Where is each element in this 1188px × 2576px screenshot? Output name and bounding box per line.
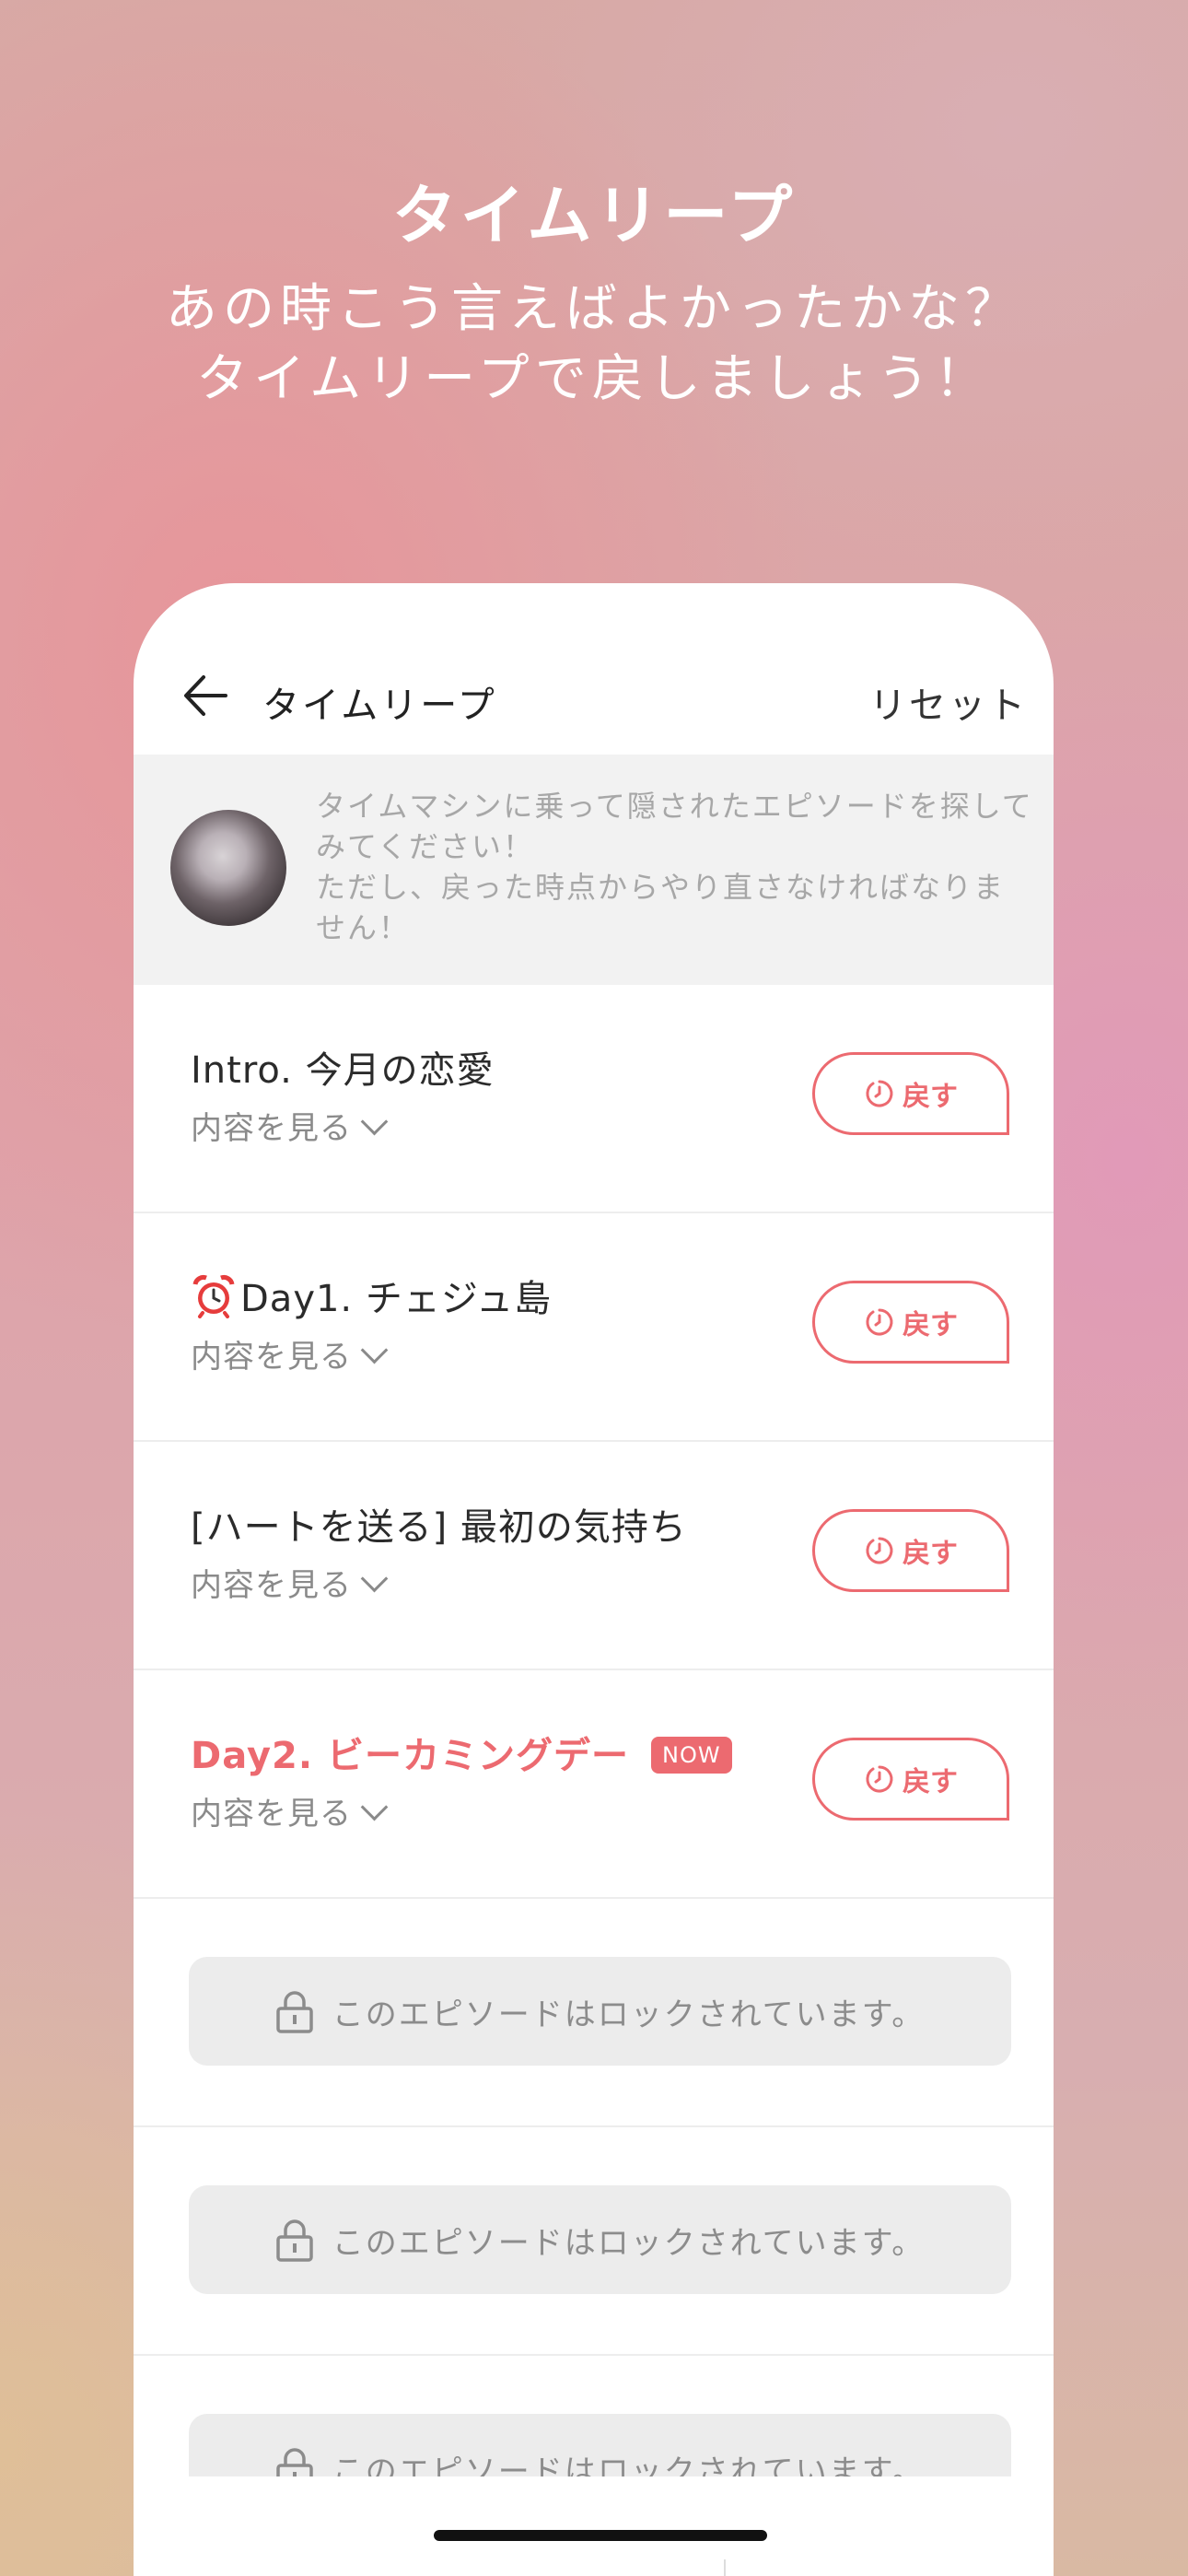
rewind-button[interactable]: 戻す xyxy=(812,1509,1009,1592)
episode-row: Day1. チェジュ島 内容を見る 戻す xyxy=(134,1213,1054,1442)
now-badge: NOW xyxy=(651,1737,732,1774)
rewind-label: 戻す xyxy=(903,1766,958,1798)
rewind-clock-icon xyxy=(866,1080,893,1107)
page-title: タイムリープ xyxy=(262,685,497,727)
locked-row: このエピソードはロックされています。 xyxy=(134,1899,1054,2127)
episode-title: Day1. チェジュ島 xyxy=(191,1269,552,1322)
promo-subtitle-line2: タイムリープで戻しましょう！ xyxy=(196,349,992,409)
rewind-clock-icon xyxy=(866,1765,893,1793)
rewind-label: 戻す xyxy=(903,1538,958,1570)
view-content-link[interactable]: 内容を見る xyxy=(191,1560,389,1605)
rewind-button[interactable]: 戻す xyxy=(812,1281,1009,1364)
episode-title: [ハートを送る] 最初の気持ち xyxy=(191,1506,687,1549)
episode-title-text: Day1. チェジュ島 xyxy=(240,1278,553,1320)
view-content-link[interactable]: 内容を見る xyxy=(191,1331,389,1376)
view-content-link[interactable]: 内容を見る xyxy=(191,1788,389,1833)
view-content-label: 内容を見る xyxy=(191,1567,352,1604)
view-content-link[interactable]: 内容を見る xyxy=(191,1103,389,1148)
episode-title-text: Day2. ビーカミングデー xyxy=(191,1735,629,1777)
chevron-down-icon xyxy=(360,1336,389,1364)
nav-bar: タイムリープ リセット xyxy=(134,583,1054,755)
chevron-down-icon xyxy=(360,1564,389,1593)
avatar xyxy=(170,810,286,926)
divider xyxy=(724,2559,726,2576)
view-content-label: 内容を見る xyxy=(191,1110,352,1147)
episode-title: Day2. ビーカミングデー NOW xyxy=(191,1726,732,1779)
view-content-label: 内容を見る xyxy=(191,1339,352,1376)
episode-row: [ハートを送る] 最初の気持ち 内容を見る 戻す xyxy=(134,1442,1054,1670)
episode-row: Intro. 今月の恋愛 内容を見る 戻す xyxy=(134,985,1054,1213)
home-indicator[interactable] xyxy=(434,2530,767,2541)
locked-episode: このエピソードはロックされています。 xyxy=(189,1957,1011,2066)
rewind-clock-icon xyxy=(866,1308,893,1336)
reset-button[interactable]: リセット xyxy=(869,675,1028,729)
rewind-label: 戻す xyxy=(903,1081,958,1113)
locked-episode: このエピソードはロックされています。 xyxy=(189,2185,1011,2294)
bottom-area xyxy=(134,2476,1054,2576)
locked-row: このエピソードはロックされています。 xyxy=(134,2127,1054,2356)
promo-title: タイムリープ xyxy=(391,178,797,253)
chevron-down-icon xyxy=(360,1793,389,1821)
rewind-button[interactable]: 戻す xyxy=(812,1052,1009,1135)
back-button[interactable] xyxy=(181,672,229,720)
lock-icon xyxy=(275,2219,313,2262)
episode-row-current: Day2. ビーカミングデー NOW 内容を見る 戻す xyxy=(134,1670,1054,1899)
locked-text: このエピソードはロックされています。 xyxy=(332,1996,926,2033)
notice-banner: タイムマシンに乗って隠されたエピソードを探してみてください！ ただし、戻った時点… xyxy=(134,755,1054,985)
notice-text: タイムマシンに乗って隠されたエピソードを探してみてください！ ただし、戻った時点… xyxy=(316,786,1034,948)
lock-icon xyxy=(275,1991,313,2033)
rewind-label: 戻す xyxy=(903,1309,958,1341)
rewind-button[interactable]: 戻す xyxy=(812,1738,1009,1821)
alarm-clock-icon xyxy=(192,1274,235,1318)
arrow-left-icon xyxy=(184,675,227,716)
notice-line1: タイムマシンに乗って隠されたエピソードを探してみてください！ xyxy=(316,789,1033,864)
episode-title: Intro. 今月の恋愛 xyxy=(191,1049,495,1092)
view-content-label: 内容を見る xyxy=(191,1796,352,1832)
notice-line2: ただし、戻った時点からやり直さなければなりません！ xyxy=(316,870,1006,945)
locked-text: このエピソードはロックされています。 xyxy=(332,2224,926,2262)
rewind-clock-icon xyxy=(866,1537,893,1564)
promo-subtitle-line1: あの時こう言えばよかったかな？ xyxy=(166,279,1022,339)
chevron-down-icon xyxy=(360,1107,389,1136)
phone-screen: タイムリープ リセット タイムマシンに乗って隠されたエピソードを探してみてくださ… xyxy=(134,583,1054,2576)
